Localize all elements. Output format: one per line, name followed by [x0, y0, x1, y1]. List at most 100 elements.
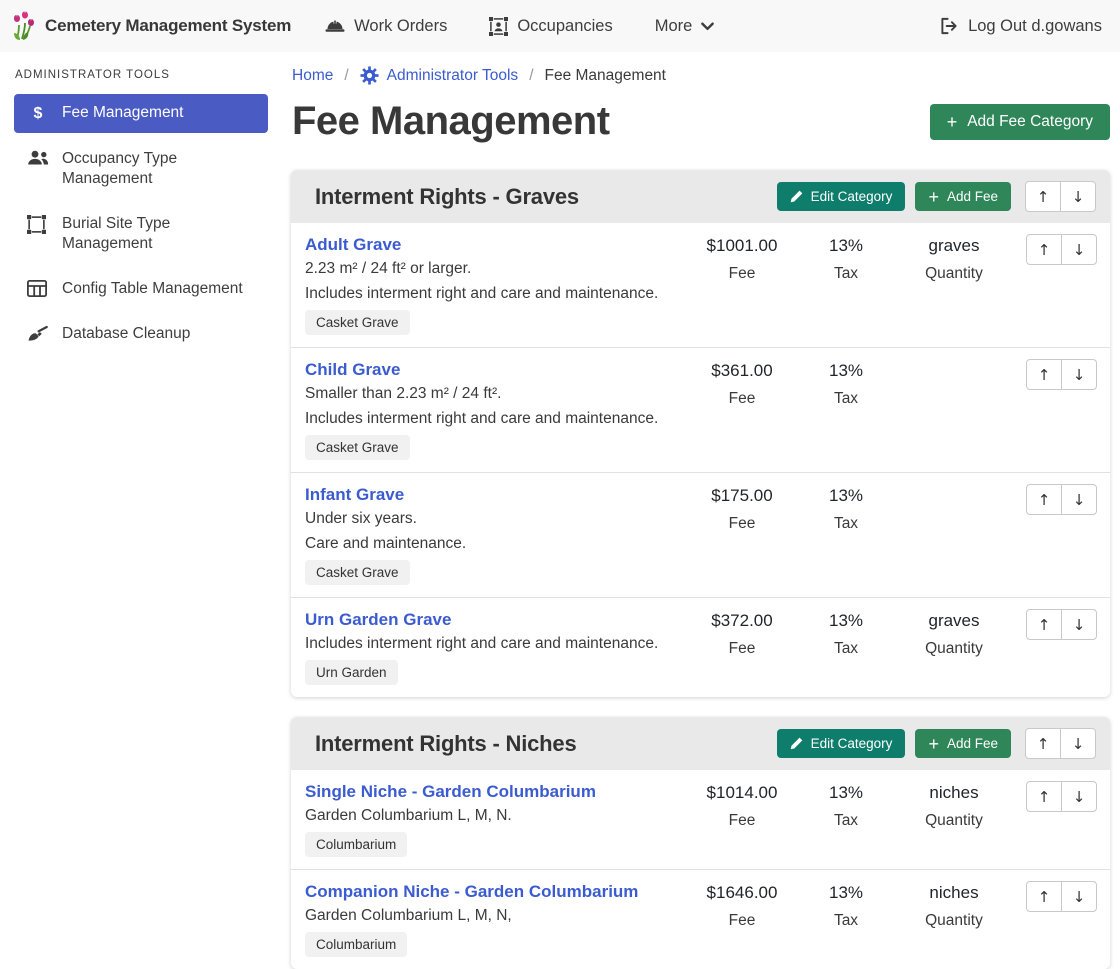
sidebar: ADMINISTRATOR TOOLS $ Fee Management Occ…: [0, 52, 280, 939]
fee-info: Urn Garden Grave Includes interment righ…: [305, 609, 690, 685]
move-fee-down-button[interactable]: ↓: [1061, 359, 1097, 390]
fee-rows: Single Niche - Garden Columbarium Garden…: [291, 770, 1110, 969]
fee-name-link[interactable]: Companion Niche - Garden Columbarium: [305, 881, 638, 902]
fee-description: Includes interment right and care and ma…: [305, 284, 682, 303]
move-fee-up-button[interactable]: ↑: [1026, 781, 1062, 812]
fee-name-link[interactable]: Single Niche - Garden Columbarium: [305, 781, 596, 802]
add-fee-button[interactable]: + Add Fee: [915, 729, 1011, 758]
quantity-column: graves Quantity: [898, 234, 1010, 283]
move-category-up-button[interactable]: ↑: [1025, 181, 1061, 212]
users-icon: [27, 149, 49, 166]
quantity-value: graves: [898, 235, 1010, 256]
fee-amount-label: Fee: [690, 640, 794, 658]
fee-type-badge: Columbarium: [305, 932, 407, 957]
fee-info: Companion Niche - Garden Columbarium Gar…: [305, 881, 690, 957]
tax-value: 13%: [794, 610, 898, 631]
fee-type-badge: Casket Grave: [305, 310, 410, 335]
fee-name-link[interactable]: Infant Grave: [305, 484, 404, 505]
quantity-label: Quantity: [898, 265, 1010, 283]
move-fee-up-button[interactable]: ↑: [1026, 881, 1062, 912]
sidebar-item-occupancy-type-management[interactable]: Occupancy Type Management: [14, 140, 268, 198]
fee-reorder-group: ↑ ↓: [1026, 484, 1097, 515]
nav-work-orders[interactable]: Work Orders: [325, 17, 447, 36]
quantity-label: Quantity: [898, 912, 1010, 930]
fee-type-badge: Urn Garden: [305, 660, 398, 685]
move-category-down-button[interactable]: ↓: [1060, 181, 1096, 212]
chevron-down-icon: [701, 22, 714, 31]
fee-reorder-group: ↑ ↓: [1026, 609, 1097, 640]
move-fee-down-button[interactable]: ↓: [1061, 234, 1097, 265]
app-brand[interactable]: Cemetery Management System: [12, 11, 291, 41]
nav-occupancies[interactable]: Occupancies: [489, 17, 612, 36]
fee-description: Garden Columbarium L, M, N,: [305, 906, 682, 925]
breadcrumb-admin-tools-link[interactable]: Administrator Tools: [360, 66, 519, 85]
move-fee-down-button[interactable]: ↓: [1061, 781, 1097, 812]
tulip-logo-icon: [12, 11, 36, 41]
tax-label: Tax: [794, 515, 898, 533]
fee-descriptions: Under six years.Care and maintenance.: [305, 509, 682, 553]
nav-more[interactable]: More: [655, 17, 715, 36]
add-fee-label: Add Fee: [947, 189, 998, 204]
fee-name-link[interactable]: Adult Grave: [305, 234, 401, 255]
breadcrumb: Home / Administrator Tool: [292, 66, 1110, 85]
fee-description: Garden Columbarium L, M, N.: [305, 806, 682, 825]
logout-icon: [940, 17, 959, 35]
object-group-icon: [27, 214, 49, 234]
hard-hat-icon: [325, 18, 345, 34]
add-fee-button[interactable]: + Add Fee: [915, 182, 1011, 211]
quantity-column: niches Quantity: [898, 781, 1010, 830]
move-fee-up-button[interactable]: ↑: [1026, 234, 1062, 265]
fee-amount-column: $1001.00 Fee: [690, 234, 794, 283]
tax-value: 13%: [794, 360, 898, 381]
sidebar-item-database-cleanup[interactable]: Database Cleanup: [14, 315, 268, 353]
sidebar-item-burial-site-type-management[interactable]: Burial Site Type Management: [14, 205, 268, 263]
move-category-up-button[interactable]: ↑: [1025, 728, 1061, 759]
fee-info: Single Niche - Garden Columbarium Garden…: [305, 781, 690, 857]
move-fee-down-button[interactable]: ↓: [1061, 484, 1097, 515]
fee-name-link[interactable]: Urn Garden Grave: [305, 609, 451, 630]
fee-row: Adult Grave 2.23 m² / 24 ft² or larger.I…: [291, 223, 1110, 348]
plus-icon: +: [947, 115, 958, 129]
tax-value: 13%: [794, 782, 898, 803]
fee-amount-value: $1014.00: [690, 782, 794, 803]
top-navbar: Cemetery Management System Work Orders: [0, 0, 1120, 52]
breadcrumb-current: Fee Management: [545, 67, 667, 85]
category-reorder-group: ↑ ↓: [1025, 181, 1096, 212]
pencil-icon: [790, 737, 803, 750]
fee-info: Adult Grave 2.23 m² / 24 ft² or larger.I…: [305, 234, 690, 335]
move-category-down-button[interactable]: ↓: [1060, 728, 1096, 759]
move-fee-up-button[interactable]: ↑: [1026, 359, 1062, 390]
tax-value: 13%: [794, 485, 898, 506]
fee-row: Child Grave Smaller than 2.23 m² / 24 ft…: [291, 348, 1110, 473]
pencil-icon: [790, 190, 803, 203]
fee-row: Urn Garden Grave Includes interment righ…: [291, 598, 1110, 697]
fee-name-link[interactable]: Child Grave: [305, 359, 400, 380]
fee-description: Under six years.: [305, 509, 682, 528]
move-fee-down-button[interactable]: ↓: [1061, 881, 1097, 912]
page-title: Fee Management: [292, 99, 610, 144]
fee-type-badge: Casket Grave: [305, 435, 410, 460]
fee-row: Infant Grave Under six years.Care and ma…: [291, 473, 1110, 598]
move-fee-up-button[interactable]: ↑: [1026, 609, 1062, 640]
quantity-label: Quantity: [898, 812, 1010, 830]
tax-value: 13%: [794, 882, 898, 903]
add-fee-category-button[interactable]: + Add Fee Category: [930, 104, 1110, 140]
edit-category-button[interactable]: Edit Category: [777, 182, 906, 211]
fee-amount-column: $1646.00 Fee: [690, 881, 794, 930]
sidebar-item-fee-management[interactable]: $ Fee Management: [14, 94, 268, 133]
sidebar-item-config-table-management[interactable]: Config Table Management: [14, 270, 268, 308]
gear-icon: [360, 66, 379, 85]
occupancy-badge-icon: [489, 17, 508, 36]
move-fee-down-button[interactable]: ↓: [1061, 609, 1097, 640]
fee-amount-value: $372.00: [690, 610, 794, 631]
logout-button[interactable]: Log Out d.gowans: [940, 17, 1102, 36]
fee-info: Child Grave Smaller than 2.23 m² / 24 ft…: [305, 359, 690, 460]
edit-category-button[interactable]: Edit Category: [777, 729, 906, 758]
fee-amount-column: $361.00 Fee: [690, 359, 794, 408]
tax-column: 13% Tax: [794, 359, 898, 408]
category-reorder-group: ↑ ↓: [1025, 728, 1096, 759]
fee-info: Infant Grave Under six years.Care and ma…: [305, 484, 690, 585]
fee-descriptions: 2.23 m² / 24 ft² or larger.Includes inte…: [305, 259, 682, 303]
move-fee-up-button[interactable]: ↑: [1026, 484, 1062, 515]
breadcrumb-home-link[interactable]: Home: [292, 67, 333, 85]
